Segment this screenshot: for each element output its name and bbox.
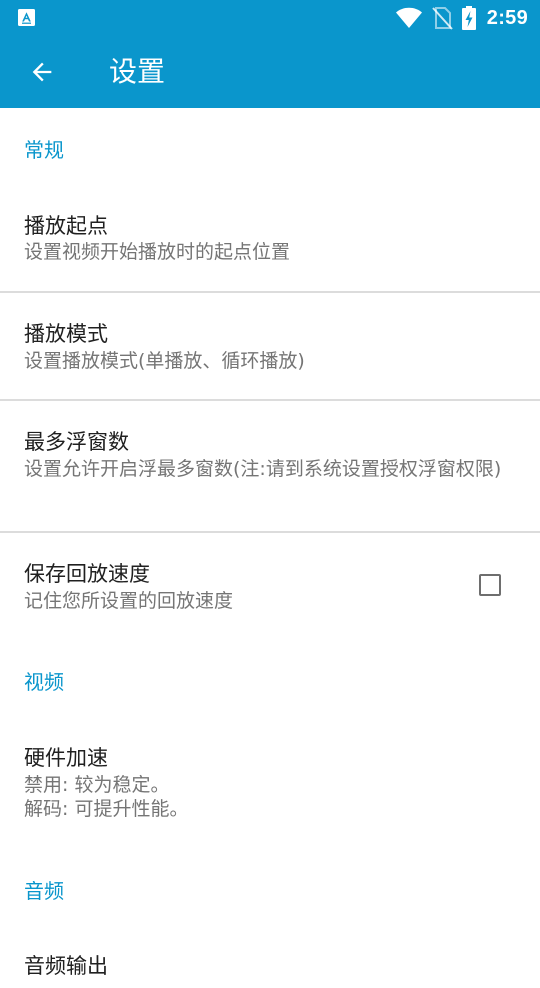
pref-audio-output[interactable]: 音频输出 [0, 928, 540, 988]
pref-summary: 设置允许开启浮最多窗数(注:请到系统设置授权浮窗权限) [24, 458, 502, 480]
back-button[interactable] [14, 48, 70, 96]
pref-hardware-acceleration[interactable]: 硬件加速 禁用: 较为稳定。 解码: 可提升性能。 [0, 718, 540, 838]
section-header-audio: 音频 [24, 879, 64, 903]
section-header-general: 常规 [24, 138, 64, 162]
pref-summary-line: 解码: 可提升性能。 [24, 798, 189, 820]
pref-title: 播放模式 [24, 322, 108, 346]
section-header-video: 视频 [24, 670, 64, 694]
status-bar: 2:59 [0, 0, 540, 36]
pref-max-floating-windows[interactable]: 最多浮窗数 设置允许开启浮最多窗数(注:请到系统设置授权浮窗权限) [0, 401, 540, 531]
pref-summary: 设置视频开始播放时的起点位置 [24, 241, 291, 263]
pref-save-playback-speed[interactable]: 保存回放速度 记住您所设置的回放速度 [0, 533, 540, 633]
pref-playback-start[interactable]: 播放起点 设置视频开始播放时的起点位置 [0, 184, 540, 292]
pref-title: 保存回放速度 [24, 562, 150, 586]
no-sim-icon [432, 7, 453, 30]
app-notification-icon [18, 9, 35, 26]
status-time: 2:59 [486, 6, 528, 29]
page-title: 设置 [109, 55, 166, 88]
save-speed-checkbox[interactable] [479, 574, 501, 596]
pref-summary: 设置播放模式(单播放、循环播放) [24, 350, 305, 372]
arrow-left-icon [32, 62, 52, 82]
pref-title: 最多浮窗数 [24, 430, 129, 454]
wifi-icon [395, 7, 422, 29]
pref-title: 硬件加速 [24, 746, 108, 770]
pref-summary-line: 禁用: 较为稳定。 [24, 774, 170, 796]
pref-summary: 记住您所设置的回放速度 [24, 590, 234, 612]
status-icons: 2:59 [395, 0, 528, 36]
pref-title: 播放起点 [24, 214, 108, 238]
pref-title: 音频输出 [24, 954, 108, 978]
battery-charging-icon [461, 6, 476, 30]
pref-playback-mode[interactable]: 播放模式 设置播放模式(单播放、循环播放) [0, 293, 540, 399]
app-bar: 设置 [0, 36, 540, 108]
